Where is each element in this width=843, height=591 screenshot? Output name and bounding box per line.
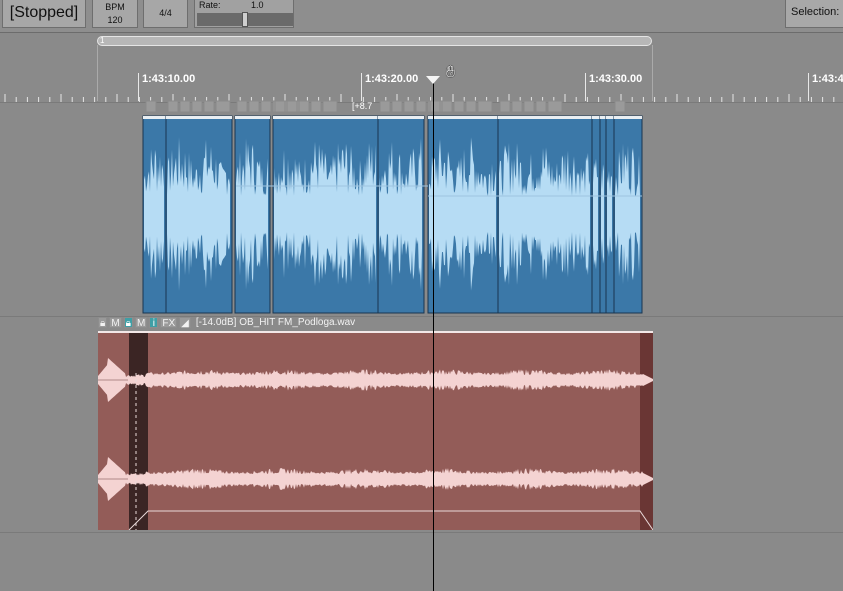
audio-clip[interactable] <box>377 115 425 314</box>
playhead-line[interactable] <box>433 83 434 591</box>
clip-icon-button[interactable] <box>236 100 248 113</box>
clip-icon-button[interactable] <box>274 100 286 113</box>
clip-icon-button[interactable] <box>535 100 547 113</box>
clip-icon-button[interactable] <box>441 100 453 113</box>
timeline-ruler[interactable]: 1 1:43:10.00 1:43:20.00 1:43:30.00 1:43:… <box>0 33 843 103</box>
clip-top-strip <box>498 116 592 119</box>
audio-clip[interactable] <box>427 115 499 314</box>
clip-icon-button[interactable] <box>465 100 477 113</box>
bpm-display[interactable]: BPM 120 <box>92 0 138 28</box>
clip-waveform <box>601 164 604 264</box>
audio-clip[interactable] <box>605 115 615 314</box>
timecode-label: 1:43:4 <box>812 73 843 85</box>
fx-button[interactable]: FX <box>160 317 178 329</box>
volume-envelope-line <box>128 510 653 530</box>
rate-value: 1.0 <box>251 0 264 10</box>
audio-clip[interactable] <box>142 115 167 314</box>
audio-clip[interactable] <box>497 115 593 314</box>
waveform-channel <box>98 358 653 402</box>
region-number: 1 <box>100 36 105 45</box>
timecode-label: 1:43:20.00 <box>365 73 419 85</box>
clip-top-strip <box>606 116 614 119</box>
envelope-icon[interactable]: ◢ <box>179 317 191 329</box>
playhead-marker[interactable] <box>426 76 440 84</box>
audio-clip[interactable] <box>234 115 271 314</box>
clip-waveform <box>607 170 612 258</box>
region-start-line <box>97 45 98 101</box>
clip-icon-button[interactable] <box>429 100 441 113</box>
clip-top-strip <box>235 116 270 119</box>
timecode-label: 1:43:30.00 <box>589 73 643 85</box>
clip-icon-button[interactable] <box>547 100 563 113</box>
bpm-label: BPM <box>105 2 125 12</box>
hand-cursor-icon: ✋︎ <box>446 64 456 81</box>
mute-button[interactable]: M <box>109 317 122 329</box>
clip-icon-button[interactable] <box>453 100 465 113</box>
audio-waveform <box>98 358 653 530</box>
lock-active-icon[interactable]: 🔒︎ <box>123 317 133 329</box>
time-signature-display[interactable]: 4/4 <box>143 0 188 28</box>
clip-icon-button[interactable] <box>191 100 203 113</box>
audio-clip[interactable] <box>272 115 379 314</box>
clip-top-strip <box>378 116 424 119</box>
clip-icon-button[interactable] <box>310 100 322 113</box>
clip-icon-button[interactable] <box>179 100 191 113</box>
clip-top-strip <box>614 116 642 119</box>
clip-offset-label: [+8.7 <box>352 101 373 111</box>
clip-icon-button[interactable] <box>477 100 493 113</box>
clip-top-strip <box>273 116 378 119</box>
rate-slider[interactable] <box>197 12 293 27</box>
clip-icon-button[interactable] <box>145 100 157 113</box>
clip-icon-button[interactable] <box>415 100 427 113</box>
clip-icon-button[interactable] <box>203 100 215 113</box>
timecode-label: 1:43:10.00 <box>142 73 196 85</box>
rate-label: Rate: <box>199 0 221 10</box>
region-marker-bar[interactable] <box>97 36 652 46</box>
rate-control[interactable]: Rate: 1.0 <box>194 0 294 28</box>
selection-display[interactable]: Selection: <box>785 0 843 28</box>
lock-icon[interactable]: 🔒︎ <box>98 317 108 329</box>
clip-icon-button[interactable] <box>286 100 298 113</box>
waveform-channel <box>98 457 653 501</box>
audio-clip[interactable] <box>613 115 643 314</box>
transport-bar: [Stopped] BPM 120 4/4 Rate: 1.0 Selectio… <box>0 0 843 33</box>
region-end-line <box>652 45 653 101</box>
audio-clip[interactable] <box>591 115 601 314</box>
clip-icon-button[interactable] <box>403 100 415 113</box>
clip-icon-button[interactable] <box>248 100 260 113</box>
clip-top-strip <box>166 116 232 119</box>
track1-clip-icon-row <box>145 100 626 113</box>
clip-icon-button[interactable] <box>260 100 272 113</box>
clip-icon-button[interactable] <box>167 100 179 113</box>
track2-clip-header: 🔒︎ M 🔒︎ M i FX ◢ [-14.0dB] OB_HIT FM_Pod… <box>98 317 356 329</box>
audio-clip[interactable] <box>599 115 607 314</box>
clip-name-label: [-14.0dB] OB_HIT FM_Podloga.wav <box>195 317 356 328</box>
mute-button-2[interactable]: M <box>135 317 148 329</box>
bpm-value: 120 <box>107 15 123 25</box>
clip-icon-button[interactable] <box>322 100 338 113</box>
clip-top-strip <box>592 116 600 119</box>
clip-icon-button[interactable] <box>298 100 310 113</box>
clip-icon-button[interactable] <box>379 100 391 113</box>
clip-icon-button[interactable] <box>511 100 523 113</box>
info-button[interactable]: i <box>149 317 159 329</box>
clip-top-strip <box>428 116 498 119</box>
clip-icon-button[interactable] <box>215 100 231 113</box>
clip-top-strip <box>600 116 606 119</box>
track-separator <box>0 532 843 533</box>
clip-icon-button[interactable] <box>391 100 403 113</box>
clip-icon-button[interactable] <box>614 100 626 113</box>
transport-state[interactable]: [Stopped] <box>2 0 86 28</box>
track1-clips[interactable] <box>0 114 843 316</box>
clip-icon-button[interactable] <box>499 100 511 113</box>
audio-clip[interactable] <box>165 115 233 314</box>
clip-top-strip <box>143 116 166 119</box>
rate-slider-knob[interactable] <box>242 12 248 27</box>
clip-icon-button[interactable] <box>523 100 535 113</box>
